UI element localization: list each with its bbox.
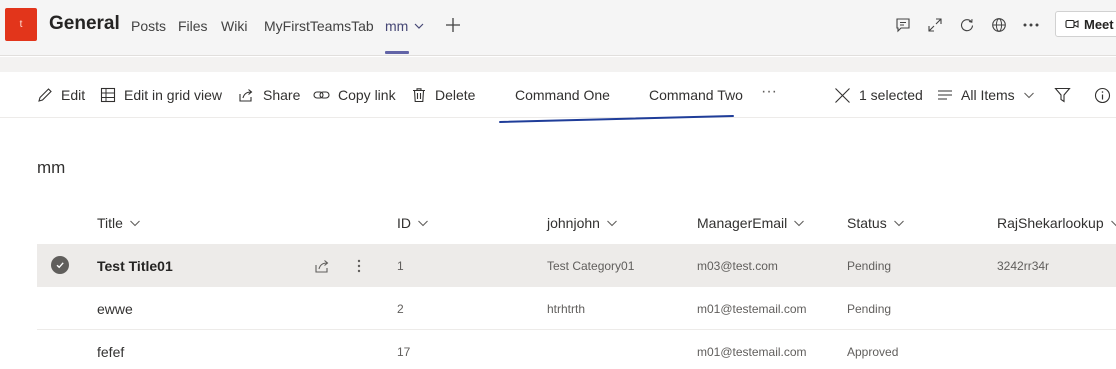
cell-lookup: 3242rr34r — [997, 258, 1050, 273]
cell-status: Approved — [847, 344, 899, 359]
team-avatar-letter: t — [19, 19, 23, 30]
tab-mm[interactable]: mm — [385, 18, 408, 34]
share-label: Share — [263, 87, 301, 103]
chevron-down-icon — [893, 220, 904, 227]
info-button[interactable] — [1094, 72, 1111, 118]
cell-title[interactable]: fefef — [97, 330, 124, 369]
row-checkmark-icon[interactable] — [51, 256, 69, 274]
edit-label: Edit — [61, 87, 86, 103]
cell-title[interactable]: Test Title01 — [97, 244, 173, 287]
column-header-label: johnjohn — [547, 215, 600, 231]
cell-johnjohn: Test Category01 — [547, 258, 635, 273]
chevron-down-icon — [1023, 92, 1034, 99]
chevron-down-icon — [794, 220, 805, 227]
copy-link-label: Copy link — [338, 87, 396, 103]
video-camera-icon — [1065, 19, 1079, 29]
table-row[interactable]: Test Title01 1 Test Category01 m03@test.… — [37, 244, 1116, 287]
view-selector-label: All Items — [961, 87, 1015, 103]
content-gap — [0, 57, 1116, 72]
column-header-id[interactable]: ID — [397, 212, 429, 234]
column-header-label: ID — [397, 215, 411, 231]
meet-button[interactable]: Meet — [1055, 11, 1116, 37]
command-bar: Edit Edit in grid view Share Copy link D… — [0, 72, 1116, 118]
table-row[interactable]: ewwe 2 htrhtrth m01@testemail.com Pendin… — [37, 287, 1116, 330]
share-button[interactable]: Share — [238, 72, 300, 118]
cell-id: 17 — [397, 344, 411, 359]
selected-count-label: 1 selected — [859, 87, 923, 103]
copy-link-button[interactable]: Copy link — [313, 72, 396, 118]
filter-icon — [1054, 87, 1071, 103]
share-icon — [239, 89, 253, 102]
tab-myfirstteamstab[interactable]: MyFirstTeamsTab — [264, 18, 374, 34]
tab-posts[interactable]: Posts — [131, 18, 166, 34]
edit-grid-view-button[interactable]: Edit in grid view — [100, 72, 222, 118]
column-header-title[interactable]: Title — [97, 212, 141, 234]
delete-label: Delete — [435, 87, 476, 103]
table-row[interactable]: fefef 17 m01@testemail.com Approved — [37, 330, 1116, 369]
column-header-manageremail[interactable]: ManagerEmail — [697, 212, 805, 234]
column-header-label: Status — [847, 215, 887, 231]
meet-button-label: Meet — [1084, 16, 1114, 32]
team-avatar[interactable]: t — [5, 8, 37, 41]
delete-button[interactable]: Delete — [411, 72, 475, 118]
more-icon[interactable] — [1022, 16, 1040, 34]
tab-wiki[interactable]: Wiki — [221, 18, 247, 34]
link-icon — [313, 91, 330, 99]
pencil-icon — [38, 88, 52, 102]
conversation-icon[interactable] — [894, 16, 912, 34]
active-tab-indicator — [385, 51, 409, 54]
column-header-johnjohn[interactable]: johnjohn — [547, 212, 618, 234]
cell-johnjohn: htrhtrth — [547, 301, 586, 316]
cell-id: 2 — [397, 301, 404, 316]
refresh-icon[interactable] — [958, 16, 976, 34]
cell-manager-email: m03@test.com — [697, 258, 778, 273]
view-selector[interactable]: All Items — [937, 72, 1035, 118]
trash-icon — [413, 88, 425, 103]
filter-button[interactable] — [1054, 72, 1071, 118]
column-header-label: RajShekarlookup — [997, 215, 1104, 231]
chevron-down-icon — [1110, 220, 1116, 227]
cell-status: Pending — [847, 301, 892, 316]
column-header-label: ManagerEmail — [697, 215, 788, 231]
channel-name: General — [49, 13, 120, 34]
command-two-button[interactable]: Command Two — [649, 72, 743, 118]
chevron-down-icon — [607, 220, 617, 227]
list-title: mm — [37, 158, 66, 177]
add-tab-icon[interactable] — [444, 16, 462, 39]
column-header-rajshekarlookup[interactable]: RajShekarlookup — [997, 212, 1116, 234]
globe-icon[interactable] — [990, 16, 1008, 34]
cell-id: 1 — [397, 258, 404, 273]
info-icon — [1094, 87, 1111, 103]
view-lines-icon — [938, 90, 952, 100]
close-icon — [835, 87, 850, 103]
column-header-status[interactable]: Status — [847, 212, 905, 234]
chevron-down-icon — [130, 220, 140, 227]
cell-title[interactable]: ewwe — [97, 287, 133, 330]
edit-grid-view-label: Edit in grid view — [124, 87, 223, 103]
grid-icon — [100, 87, 116, 103]
row-more-icon[interactable] — [350, 257, 368, 275]
overflow-more-button[interactable]: ··· — [761, 69, 777, 115]
command-one-button[interactable]: Command One — [515, 72, 610, 118]
expand-icon[interactable] — [926, 16, 944, 34]
edit-button[interactable]: Edit — [37, 72, 85, 118]
row-share-icon[interactable] — [313, 257, 331, 275]
teams-header: t General Posts Files Wiki MyFirstTeamsT… — [0, 0, 1116, 56]
cell-manager-email: m01@testemail.com — [697, 301, 807, 316]
chevron-down-icon[interactable] — [413, 19, 425, 37]
column-header-label: Title — [97, 215, 123, 231]
chevron-down-icon — [418, 220, 428, 227]
tab-files[interactable]: Files — [178, 18, 208, 34]
selected-count[interactable]: 1 selected — [834, 72, 923, 118]
cell-status: Pending — [847, 258, 892, 273]
cell-manager-email: m01@testemail.com — [697, 344, 807, 359]
